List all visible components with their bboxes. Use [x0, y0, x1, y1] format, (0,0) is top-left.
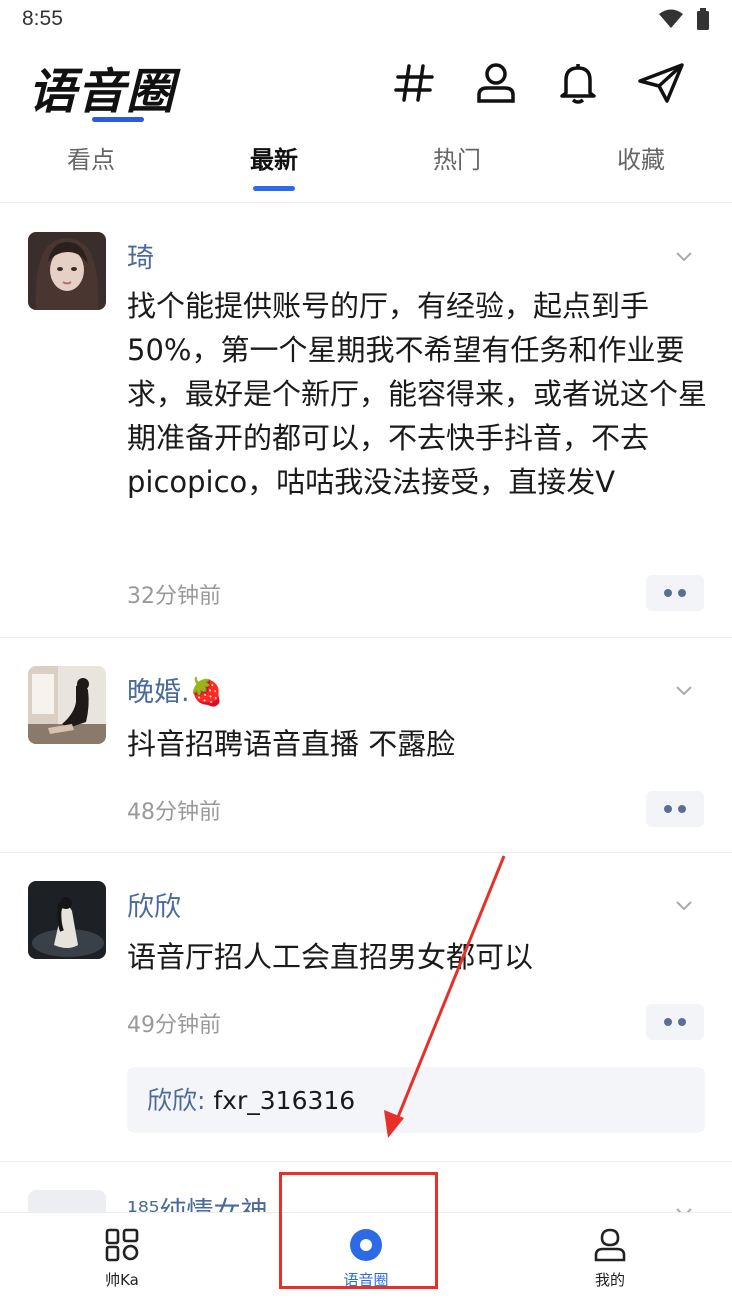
- dot-icon: [678, 1018, 686, 1026]
- battery-icon: [697, 8, 709, 30]
- status-bar: 8:55: [0, 0, 732, 40]
- post-item: 欣欣 语音厅招人工会直招男女都可以 49分钟前 欣欣: fxr_316316: [0, 853, 732, 1162]
- post-username[interactable]: 欣欣: [127, 885, 181, 924]
- post-username[interactable]: 晚婚.🍓: [127, 670, 223, 709]
- user-icon[interactable]: [471, 58, 521, 108]
- chevron-down-icon[interactable]: [674, 246, 694, 266]
- dot-icon: [664, 589, 672, 597]
- app-header: 语音圈: [0, 40, 732, 130]
- hashtag-icon[interactable]: [389, 58, 439, 108]
- app-logo: 语音圈: [28, 64, 176, 120]
- chevron-down-icon[interactable]: [674, 680, 694, 700]
- feed-tabs: 看点 最新 热门 收藏: [0, 132, 732, 204]
- status-icons: [658, 8, 710, 30]
- post-username[interactable]: ¹⁸⁵纯情女神: [127, 1190, 267, 1212]
- status-time: 8:55: [22, 7, 63, 30]
- tab-latest[interactable]: 最新: [250, 140, 298, 175]
- tab-kandian[interactable]: 看点: [67, 140, 115, 175]
- dot-icon: [664, 1018, 672, 1026]
- divider: [0, 202, 732, 203]
- chevron-down-icon[interactable]: [674, 1202, 694, 1212]
- send-icon[interactable]: [636, 58, 686, 108]
- avatar[interactable]: [28, 881, 106, 959]
- chevron-down-icon[interactable]: [674, 895, 694, 915]
- more-options-button[interactable]: [646, 575, 704, 611]
- avatar[interactable]: [28, 1190, 106, 1212]
- avatar[interactable]: [28, 666, 106, 744]
- logo-underline: [92, 117, 144, 122]
- post-item: 晚婚.🍓 抖音招聘语音直播 不露脸 48分钟前: [0, 638, 732, 853]
- post-content: 抖音招聘语音直播 不露脸: [127, 727, 456, 761]
- tab-hot[interactable]: 热门: [433, 140, 481, 175]
- tab-indicator: [253, 186, 295, 191]
- comment-text: fxr_316316: [205, 1086, 356, 1115]
- post-content: 找个能提供账号的厅，有经验，起点到手50%，第一个星期我不希望有任务和作业要求，…: [127, 289, 708, 499]
- nav-label: 我的: [594, 1271, 625, 1289]
- tab-favorites[interactable]: 收藏: [617, 140, 665, 175]
- nav-label: 帅Ka: [105, 1271, 139, 1289]
- dot-icon: [664, 805, 672, 813]
- nav-item-shuaika[interactable]: 帅Ka: [0, 1213, 244, 1304]
- dot-icon: [678, 805, 686, 813]
- dot-icon: [678, 589, 686, 597]
- post-item: 琦 找个能提供账号的厅，有经验，起点到手50%，第一个星期我不希望有任务和作业要…: [0, 204, 732, 638]
- grid-icon: [104, 1227, 140, 1263]
- more-options-button[interactable]: [646, 791, 704, 827]
- post-time: 49分钟前: [127, 1013, 221, 1038]
- wifi-icon: [659, 9, 683, 28]
- post-content: 语音厅招人工会直招男女都可以: [127, 940, 534, 974]
- post-feed[interactable]: 琦 找个能提供账号的厅，有经验，起点到手50%，第一个星期我不希望有任务和作业要…: [0, 204, 732, 1212]
- post-username[interactable]: 琦: [127, 236, 154, 275]
- comment-author: 欣欣:: [147, 1086, 206, 1115]
- post-time: 32分钟前: [127, 584, 221, 609]
- avatar[interactable]: [28, 232, 106, 310]
- bell-icon[interactable]: [553, 58, 603, 108]
- post-time: 48分钟前: [127, 800, 221, 825]
- nav-item-mine[interactable]: 我的: [488, 1213, 732, 1304]
- profile-icon: [592, 1227, 628, 1263]
- annotation-highlight-box: [279, 1172, 438, 1289]
- comment-preview[interactable]: 欣欣: fxr_316316: [127, 1067, 705, 1133]
- more-options-button[interactable]: [646, 1004, 704, 1040]
